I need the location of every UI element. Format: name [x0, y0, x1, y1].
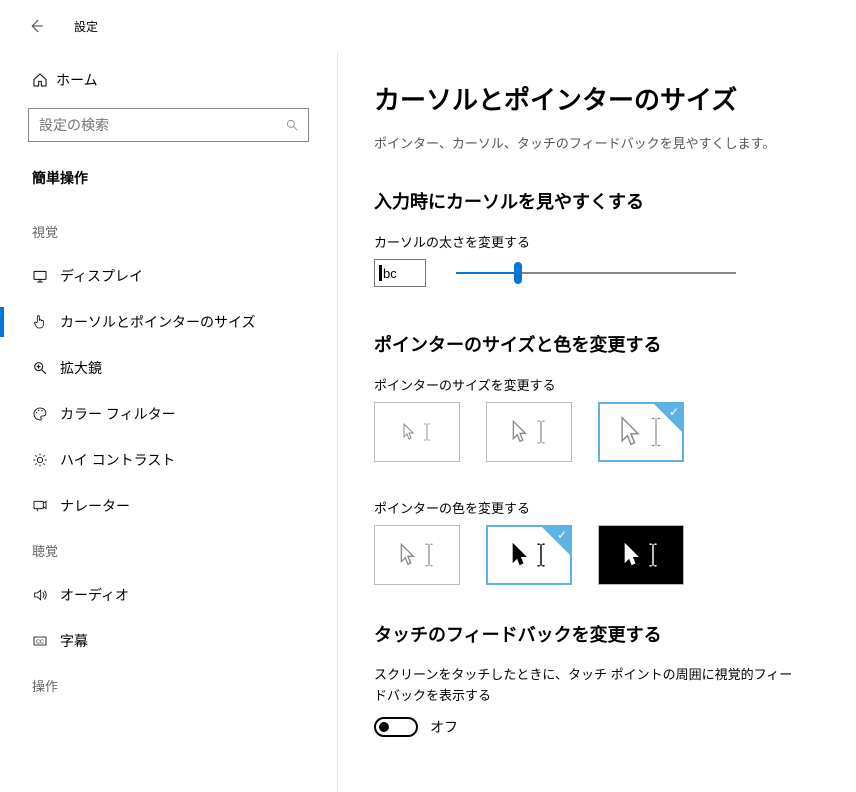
text-cursor-icon [648, 543, 658, 567]
sidebar-item-label: カーソルとポインターのサイズ [60, 312, 256, 332]
pointer-size-option-small[interactable] [374, 402, 460, 462]
cursor-thickness-preview: bc [374, 259, 426, 287]
sidebar: ホーム 簡単操作 視覚 ディスプレイ カーソルとポインターのサイズ [0, 52, 338, 792]
sidebar-item-label: カラー フィルター [60, 404, 176, 424]
sidebar-item-label: 字幕 [60, 631, 88, 651]
sidebar-item-label: ナレーター [60, 496, 130, 516]
window-title: 設定 [74, 18, 98, 35]
sidebar-home-label: ホーム [56, 70, 98, 90]
sidebar-item-cursor-pointer[interactable]: カーソルとポインターのサイズ [0, 299, 337, 345]
sidebar-item-label: ハイ コントラスト [60, 450, 175, 470]
sidebar-item-label: 拡大鏡 [60, 358, 102, 378]
pointer-size-option-medium[interactable] [486, 402, 572, 462]
page-description: ポインター、カーソル、タッチのフィードバックを見やすくします。 [374, 133, 820, 152]
back-button[interactable] [16, 6, 56, 46]
touch-toggle-state-label: オフ [430, 717, 458, 737]
text-cursor-icon [423, 423, 431, 441]
sidebar-item-magnifier[interactable]: 拡大鏡 [0, 345, 337, 391]
section-pointer-heading: ポインターのサイズと色を変更する [374, 331, 820, 357]
speaker-icon [32, 587, 60, 603]
pointer-color-label: ポインターの色を変更する [374, 498, 820, 517]
monitor-icon [32, 268, 60, 284]
cursor-thickness-label: カーソルの太さを変更する [374, 232, 820, 251]
magnifier-icon [32, 360, 60, 376]
sidebar-item-narrator[interactable]: ナレーター [0, 483, 337, 529]
abc-sample-text: bc [383, 266, 397, 281]
touch-feedback-toggle[interactable] [374, 717, 418, 737]
sidebar-item-captions[interactable]: CC 字幕 [0, 618, 337, 664]
sidebar-group-interaction: 操作 [0, 664, 337, 707]
narrator-icon [32, 498, 60, 514]
sidebar-group-visual: 視覚 [0, 210, 337, 253]
pointer-size-option-large[interactable]: ✓ [598, 402, 684, 462]
page-title: カーソルとポインターのサイズ [374, 80, 820, 117]
cc-icon: CC [32, 633, 60, 649]
cursor-arrow-icon [624, 543, 640, 567]
cursor-thickness-slider[interactable] [456, 261, 736, 285]
slider-thumb[interactable] [514, 262, 522, 284]
pointer-size-label: ポインターのサイズを変更する [374, 375, 820, 394]
cursor-arrow-icon [512, 420, 528, 444]
sidebar-item-label: ディスプレイ [60, 266, 143, 286]
sidebar-category-title: 簡単操作 [0, 160, 337, 210]
sidebar-item-display[interactable]: ディスプレイ [0, 253, 337, 299]
check-icon: ✓ [557, 528, 567, 542]
palette-icon [32, 406, 60, 422]
sidebar-item-label: オーディオ [60, 585, 129, 605]
sidebar-group-hearing: 聴覚 [0, 529, 337, 572]
text-cursor-icon [424, 543, 434, 567]
contrast-icon [32, 452, 60, 468]
cursor-arrow-icon [512, 543, 528, 567]
cursor-arrow-icon [403, 423, 415, 441]
toggle-knob [379, 722, 389, 732]
hand-pointer-icon [32, 314, 60, 330]
section-cursor-heading: 入力時にカーソルを見やすくする [374, 188, 820, 214]
sidebar-home[interactable]: ホーム [0, 58, 337, 102]
pointer-color-option-white[interactable] [374, 525, 460, 585]
text-cursor-icon [536, 420, 546, 444]
cursor-arrow-icon [620, 416, 642, 448]
section-touch-heading: タッチのフィードバックを変更する [374, 621, 820, 647]
search-icon [285, 118, 299, 132]
sidebar-item-high-contrast[interactable]: ハイ コントラスト [0, 437, 337, 483]
back-arrow-icon [27, 17, 45, 35]
svg-text:CC: CC [36, 640, 44, 646]
pointer-color-option-inverted[interactable] [598, 525, 684, 585]
touch-feedback-description: スクリーンをタッチしたときに、タッチ ポイントの周囲に視覚的フィードバックを表示… [374, 665, 794, 707]
text-caret-icon [379, 265, 382, 281]
main-content: カーソルとポインターのサイズ ポインター、カーソル、タッチのフィードバックを見や… [338, 52, 856, 792]
search-input[interactable] [28, 108, 309, 142]
check-icon: ✓ [669, 405, 679, 419]
sidebar-item-audio[interactable]: オーディオ [0, 572, 337, 618]
pointer-color-option-black[interactable]: ✓ [486, 525, 572, 585]
sidebar-item-color-filter[interactable]: カラー フィルター [0, 391, 337, 437]
cursor-arrow-icon [400, 543, 416, 567]
home-icon [32, 72, 56, 88]
